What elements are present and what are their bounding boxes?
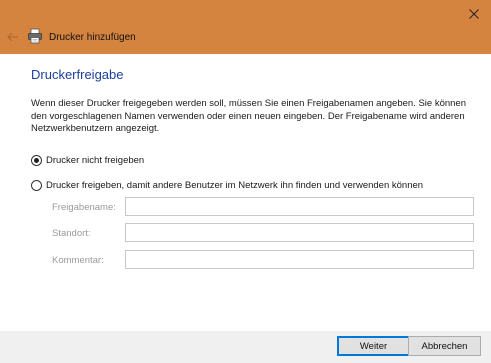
radio-share[interactable]: Drucker freigeben, damit andere Benutzer… [31,180,423,191]
share-name-label: Freigabename: [52,202,116,213]
share-name-input[interactable] [125,197,474,216]
location-label: Standort: [52,228,91,239]
radio-no-share-label: Drucker nicht freigeben [46,155,145,166]
back-button[interactable] [4,28,22,46]
close-button[interactable] [457,0,491,27]
next-button[interactable]: Weiter [337,336,410,356]
radio-share-label: Drucker freigeben, damit andere Benutzer… [46,180,424,191]
button-bar: Weiter Abbrechen [0,331,491,363]
radio-button-no-share[interactable] [31,155,42,166]
radio-button-share[interactable] [31,180,42,191]
radio-no-share[interactable]: Drucker nicht freigeben [31,155,144,166]
cancel-button[interactable]: Abbrechen [408,336,481,356]
close-icon [469,8,479,19]
comment-label: Kommentar: [52,255,104,266]
window-title: Drucker hinzufügen [49,32,136,43]
title-bar: Drucker hinzufügen [0,0,491,54]
back-arrow-icon [7,32,18,42]
page-description: Wenn dieser Drucker freigegeben werden s… [31,98,466,134]
comment-input[interactable] [125,250,474,269]
location-input[interactable] [125,223,474,242]
printer-icon [28,28,42,44]
page-heading: Druckerfreigabe [31,67,124,82]
add-printer-dialog: Drucker hinzufügen Druckerfreigabe Wenn … [0,0,491,363]
wizard-content: Druckerfreigabe Wenn dieser Drucker frei… [0,54,491,331]
